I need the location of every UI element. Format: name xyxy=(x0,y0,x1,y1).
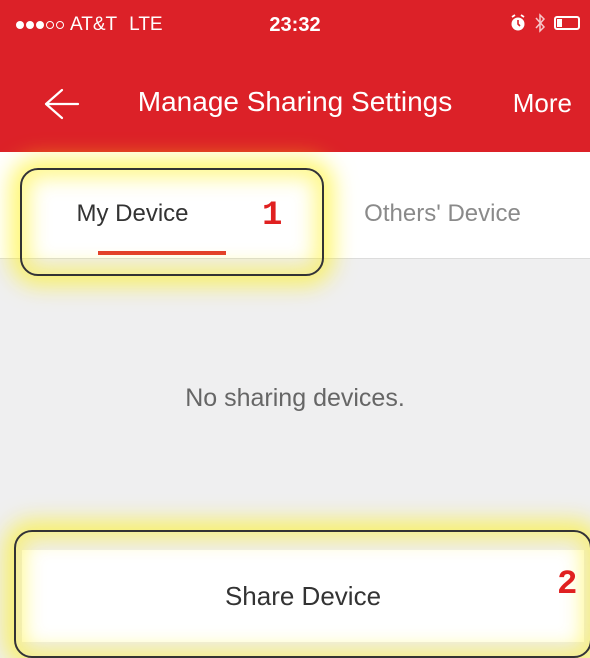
status-time: 23:32 xyxy=(269,14,321,36)
tab-my-device-label: My Device xyxy=(76,200,189,227)
status-bar: AT&T LTE 23:32 xyxy=(0,0,590,56)
empty-state-message: No sharing devices. xyxy=(185,384,405,412)
page-title: Manage Sharing Settings xyxy=(137,86,453,117)
alarm-icon xyxy=(511,14,525,31)
status-icons xyxy=(510,13,580,33)
bluetooth-icon xyxy=(535,13,546,33)
active-tab-indicator xyxy=(98,251,226,255)
annotation-marker-2: 2 xyxy=(557,566,578,604)
navigation-bar: Manage Sharing Settings More xyxy=(0,56,590,152)
tab-my-device[interactable]: My Device xyxy=(0,152,295,258)
tab-bar: My Device Others' Device xyxy=(0,152,590,259)
battery-icon xyxy=(554,16,580,30)
share-device-button[interactable]: Share Device xyxy=(22,550,584,642)
annotation-marker-1: 1 xyxy=(262,197,283,235)
tab-others-device[interactable]: Others' Device xyxy=(295,152,590,258)
more-button[interactable]: More xyxy=(513,88,572,119)
tab-others-device-label: Others' Device xyxy=(364,200,521,227)
